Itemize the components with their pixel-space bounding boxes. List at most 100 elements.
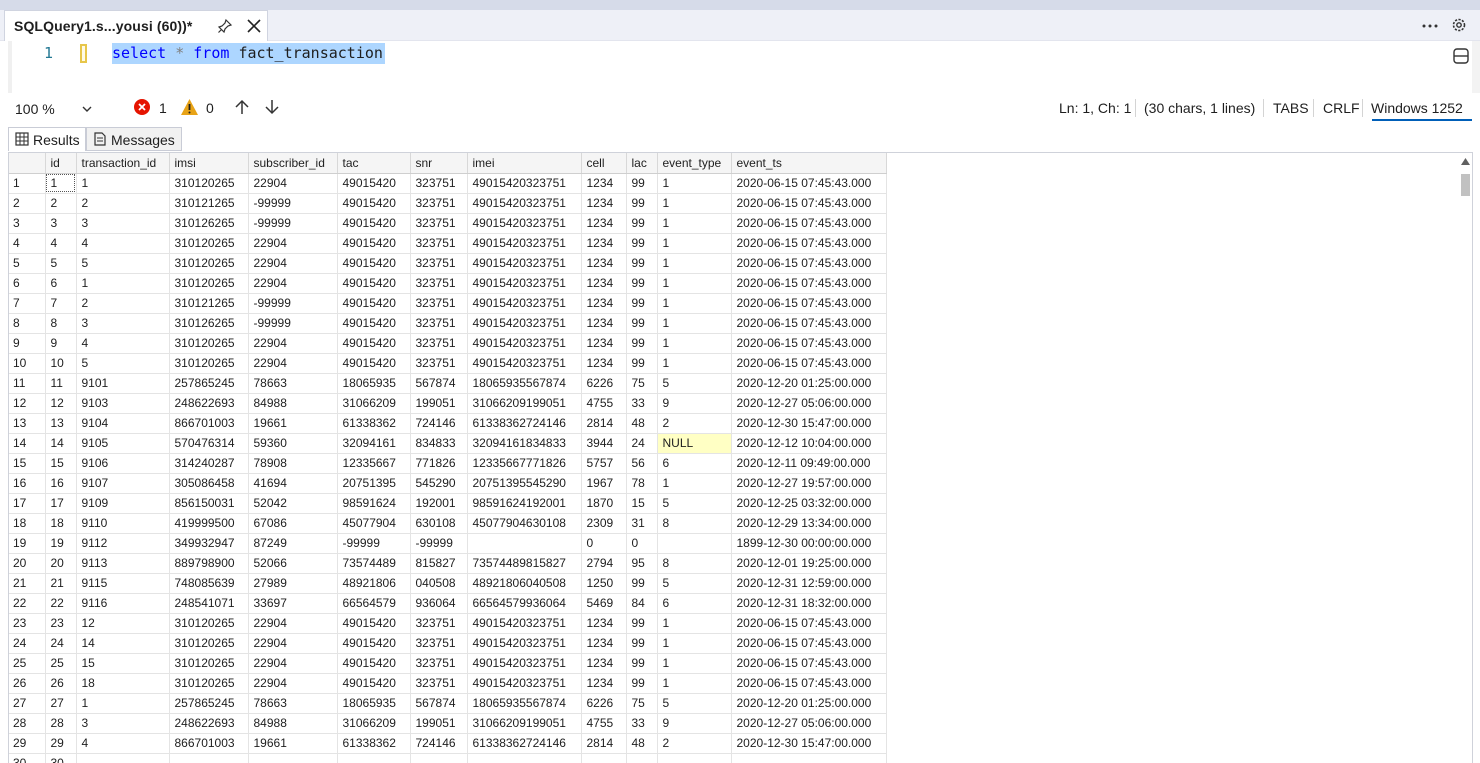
cell-transaction-id[interactable]: 1 bbox=[76, 693, 170, 714]
cell-event-type[interactable]: 1 bbox=[657, 233, 732, 254]
char-count[interactable]: (30 chars, 1 lines) bbox=[1144, 100, 1255, 116]
column-header-imei[interactable]: imei bbox=[467, 153, 582, 174]
cell-imei[interactable]: 12335667771826 bbox=[467, 453, 582, 474]
cell-snr[interactable]: 192001 bbox=[410, 493, 468, 514]
cell-id[interactable]: 30 bbox=[45, 753, 77, 763]
cell-event-ts[interactable]: 2020-12-27 05:06:00.000 bbox=[731, 393, 887, 414]
row-number[interactable]: 27 bbox=[9, 693, 46, 714]
row-number[interactable]: 3 bbox=[9, 213, 46, 234]
row-number[interactable]: 4 bbox=[9, 233, 46, 254]
cell-transaction-id[interactable] bbox=[76, 753, 170, 763]
cell-subscriber-id[interactable]: 22904 bbox=[248, 233, 338, 254]
cell-cell[interactable]: 1234 bbox=[581, 253, 627, 274]
cell-id[interactable]: 18 bbox=[45, 513, 77, 534]
cell-imsi[interactable]: 310120265 bbox=[169, 673, 249, 694]
table-row[interactable]: 8 8 3 310126265 -99999 49015420 323751 49015420… bbox=[9, 313, 887, 334]
table-row[interactable]: 27 27 1 257865245 78663 18065935 567874 1806593… bbox=[9, 693, 887, 714]
cell-imei[interactable]: 49015420323751 bbox=[467, 173, 582, 194]
cell-snr[interactable]: 815827 bbox=[410, 553, 468, 574]
cell-lac[interactable]: 99 bbox=[626, 273, 658, 294]
table-row[interactable]: 2 2 2 310121265 -99999 49015420 323751 49015420… bbox=[9, 193, 887, 214]
cell-subscriber-id[interactable]: 52066 bbox=[248, 553, 338, 574]
grid-scrollbar[interactable] bbox=[1458, 153, 1472, 763]
cell-lac[interactable]: 33 bbox=[626, 393, 658, 414]
cell-subscriber-id[interactable]: 22904 bbox=[248, 333, 338, 354]
cell-transaction-id[interactable]: 2 bbox=[76, 193, 170, 214]
cell-snr[interactable]: 936064 bbox=[410, 593, 468, 614]
table-row[interactable]: 5 5 5 310120265 22904 49015420 323751 490154203… bbox=[9, 253, 887, 274]
cell-subscriber-id[interactable]: 78663 bbox=[248, 373, 338, 394]
cell-event-type[interactable]: 6 bbox=[657, 593, 732, 614]
column-header-event-type[interactable]: event_type bbox=[657, 153, 732, 174]
cell-tac[interactable]: -99999 bbox=[337, 533, 411, 554]
close-icon[interactable] bbox=[245, 17, 263, 35]
table-row[interactable]: 20 20 9113 889798900 52066 73574489 815827 7357… bbox=[9, 553, 887, 574]
table-row[interactable]: 15 15 9106 314240287 78908 12335667 771826 1233… bbox=[9, 453, 887, 474]
arrow-down-icon[interactable] bbox=[264, 98, 280, 116]
cell-event-type[interactable]: 5 bbox=[657, 493, 732, 514]
cell-event-ts[interactable] bbox=[731, 753, 887, 763]
cell-lac[interactable]: 99 bbox=[626, 213, 658, 234]
line-ending[interactable]: CRLF bbox=[1323, 100, 1360, 116]
cell-event-type[interactable]: NULL bbox=[657, 433, 732, 454]
cell-lac[interactable]: 84 bbox=[626, 593, 658, 614]
cell-cell[interactable]: 2814 bbox=[581, 733, 627, 754]
cell-event-ts[interactable]: 2020-06-15 07:45:43.000 bbox=[731, 213, 887, 234]
table-row[interactable]: 16 16 9107 305086458 41694 20751395 545290 2075… bbox=[9, 473, 887, 494]
cell-transaction-id[interactable]: 9112 bbox=[76, 533, 170, 554]
cell-imsi[interactable]: 310121265 bbox=[169, 193, 249, 214]
cell-imsi[interactable]: 310120265 bbox=[169, 253, 249, 274]
query-tab[interactable]: SQLQuery1.s...yousi (60))* bbox=[4, 10, 268, 41]
cell-lac[interactable]: 99 bbox=[626, 313, 658, 334]
table-row[interactable]: 24 24 14 310120265 22904 49015420 323751 490154… bbox=[9, 633, 887, 654]
cell-id[interactable]: 12 bbox=[45, 393, 77, 414]
cell-transaction-id[interactable]: 3 bbox=[76, 313, 170, 334]
cell-subscriber-id[interactable]: 41694 bbox=[248, 473, 338, 494]
cell-lac[interactable]: 99 bbox=[626, 233, 658, 254]
cell-snr[interactable]: 545290 bbox=[410, 473, 468, 494]
cell-lac[interactable]: 78 bbox=[626, 473, 658, 494]
cell-tac[interactable]: 31066209 bbox=[337, 713, 411, 734]
cell-snr[interactable]: 567874 bbox=[410, 373, 468, 394]
column-header-event-ts[interactable]: event_ts bbox=[731, 153, 887, 174]
cell-event-type[interactable]: 1 bbox=[657, 293, 732, 314]
cell-snr[interactable]: 724146 bbox=[410, 413, 468, 434]
cell-snr[interactable]: 323751 bbox=[410, 633, 468, 654]
cell-cell[interactable]: 4755 bbox=[581, 393, 627, 414]
cell-imei[interactable]: 49015420323751 bbox=[467, 353, 582, 374]
column-header-imsi[interactable]: imsi bbox=[169, 153, 249, 174]
cell-cell[interactable]: 1234 bbox=[581, 613, 627, 634]
row-number[interactable]: 21 bbox=[9, 573, 46, 594]
cell-lac[interactable]: 48 bbox=[626, 733, 658, 754]
cell-subscriber-id[interactable]: 52042 bbox=[248, 493, 338, 514]
cell-event-ts[interactable]: 2020-06-15 07:45:43.000 bbox=[731, 633, 887, 654]
cell-id[interactable]: 8 bbox=[45, 313, 77, 334]
cell-event-ts[interactable]: 2020-12-01 19:25:00.000 bbox=[731, 553, 887, 574]
cell-subscriber-id[interactable]: 84988 bbox=[248, 393, 338, 414]
cell-id[interactable]: 13 bbox=[45, 413, 77, 434]
column-header-snr[interactable]: snr bbox=[410, 153, 468, 174]
cell-tac[interactable]: 31066209 bbox=[337, 393, 411, 414]
cell-event-ts[interactable]: 2020-06-15 07:45:43.000 bbox=[731, 253, 887, 274]
cell-subscriber-id[interactable]: 22904 bbox=[248, 633, 338, 654]
cell-imei[interactable]: 49015420323751 bbox=[467, 333, 582, 354]
cell-id[interactable]: 11 bbox=[45, 373, 77, 394]
cell-subscriber-id[interactable]: 22904 bbox=[248, 173, 338, 194]
cell-subscriber-id[interactable]: -99999 bbox=[248, 213, 338, 234]
cell-tac[interactable]: 49015420 bbox=[337, 313, 411, 334]
cell-cell[interactable]: 1234 bbox=[581, 353, 627, 374]
tab-results[interactable]: Results bbox=[8, 127, 86, 151]
results-grid[interactable]: id transaction_id imsi subscriber_id tac snr i… bbox=[8, 152, 1473, 763]
cell-id[interactable]: 28 bbox=[45, 713, 77, 734]
cell-cell[interactable]: 2794 bbox=[581, 553, 627, 574]
column-header-id[interactable]: id bbox=[45, 153, 77, 174]
cell-tac[interactable]: 49015420 bbox=[337, 293, 411, 314]
cell-lac[interactable]: 99 bbox=[626, 633, 658, 654]
cell-subscriber-id[interactable]: 19661 bbox=[248, 413, 338, 434]
cell-snr[interactable]: 567874 bbox=[410, 693, 468, 714]
row-number[interactable]: 12 bbox=[9, 393, 46, 414]
cell-transaction-id[interactable]: 9116 bbox=[76, 593, 170, 614]
cell-id[interactable]: 1 bbox=[45, 173, 77, 194]
cell-imei[interactable]: 18065935567874 bbox=[467, 693, 582, 714]
cell-event-ts[interactable]: 2020-06-15 07:45:43.000 bbox=[731, 273, 887, 294]
